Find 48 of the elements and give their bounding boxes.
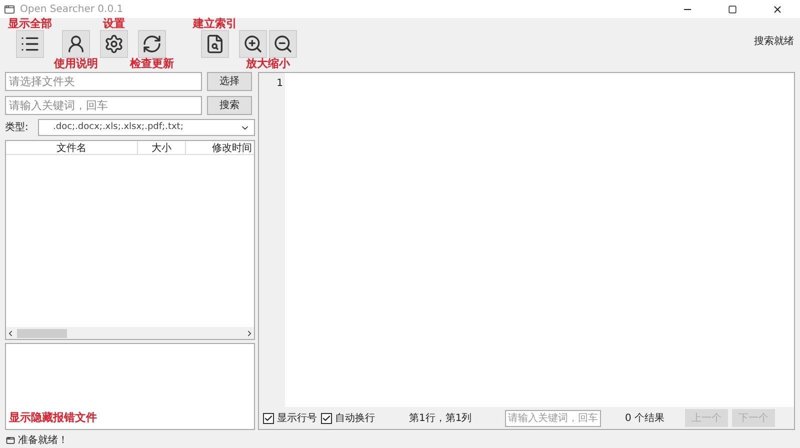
zoom-out-icon [273,34,293,54]
window-title: Open Searcher 0.0.1 [20,2,124,16]
search-button[interactable]: 搜索 [207,96,252,115]
maximize-icon [728,4,737,14]
horizontal-scrollbar[interactable] [6,327,254,339]
checkbox[interactable] [321,412,332,424]
column-header[interactable]: 大小 [137,141,185,154]
line-number: 1 [276,77,283,91]
folder-field[interactable]: 请选择文件夹 [5,72,202,91]
gear-icon [104,34,124,54]
zoom-in-icon [243,34,263,54]
refresh-icon [142,34,162,54]
scroll-left-icon [6,328,15,338]
checkbox-label: 显示行号 [277,412,317,426]
column-header[interactable]: 修改时间 [185,141,254,154]
result-count: 0 个结果 [625,412,666,426]
toolbar-button[interactable] [201,30,229,58]
toolbar-button[interactable] [16,30,44,58]
type-dropdown[interactable]: .doc;.docx;.xls;.xlsx;.pdf;.txt; [38,119,255,136]
column-header[interactable]: 文件名 [6,141,137,154]
find-field[interactable]: 请输入关键词，回车 [505,410,601,426]
scroll-right-icon [245,328,254,338]
toolbar-button[interactable] [100,30,128,58]
search-status: 搜索就绪 [754,34,794,49]
select-button[interactable]: 选择 [207,72,252,91]
annotation-label: 建立索引 [193,18,237,30]
cursor-position: 第1行，第1列 [409,412,473,426]
toolbar-button[interactable] [62,30,90,58]
status-text: 准备就绪！ [18,434,68,448]
annotation-label: 检查更新 [130,58,174,70]
toolbar-button[interactable] [239,30,267,58]
close-icon [772,4,783,14]
app-icon [4,4,15,14]
type-label: 类型: [5,120,30,135]
annotation-label: 设置 [103,18,125,30]
file-search-icon [205,34,225,54]
scrollbar-thumb[interactable] [17,328,67,338]
error-files-link[interactable]: 显示隐藏报错文件 [9,410,251,426]
status-icon [6,436,15,444]
toolbar-button[interactable] [138,30,166,58]
checkbox-label: 自动换行 [335,412,375,426]
keyword-field[interactable]: 请输入关键词，回车 [5,96,202,115]
toolbar-button[interactable] [269,30,297,58]
checkbox[interactable] [263,412,274,424]
annotation-label: 使用说明 [54,58,98,70]
annotation-label: 放大缩小 [246,58,290,70]
annotation-label: 显示全部 [8,18,52,30]
person-icon [66,34,86,54]
